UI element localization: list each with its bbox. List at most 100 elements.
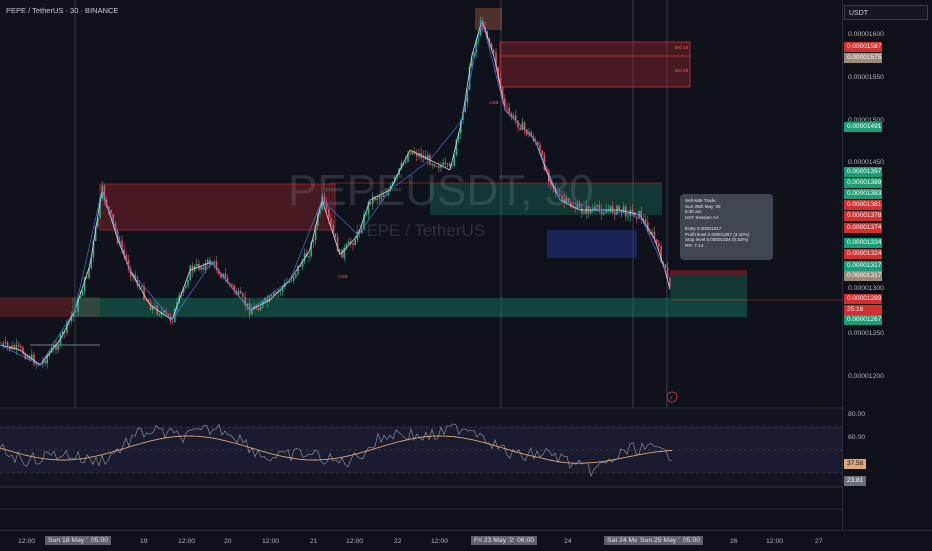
price-label: 0.00001317 [844, 271, 882, 281]
candle-body [231, 284, 233, 286]
candle-body [431, 163, 433, 165]
candle-body [409, 154, 411, 155]
time-label: 24 [564, 538, 572, 545]
time-label: 26 [730, 538, 738, 545]
indicator-value-fast: 23.81 [844, 476, 867, 486]
candle-body [189, 265, 191, 281]
candle-body [240, 290, 242, 294]
candle-body [614, 212, 616, 215]
price-label: 0.00001324 [844, 249, 882, 259]
candle-body [339, 249, 341, 252]
candle-body [44, 360, 46, 364]
candle-body [2, 343, 4, 346]
price-label: 0.00001334 [844, 238, 882, 248]
candle-body [213, 261, 216, 264]
candle-body [405, 161, 407, 163]
candle-body [270, 294, 273, 297]
price-label: 0.00001267 [844, 315, 882, 325]
price-label: 0.00001383 [844, 189, 882, 199]
candle-body [81, 291, 84, 297]
zone-label-a: Bsl 18 [675, 46, 689, 51]
indicator-tick: 60.00 [848, 434, 866, 441]
candle-body [666, 267, 669, 278]
candle-body [519, 127, 521, 130]
time-label: Fri 23 May '25 [471, 536, 520, 545]
time-label: 27 [815, 538, 823, 545]
price-label: 0.00001587 [844, 42, 882, 52]
candle-body [541, 151, 543, 155]
candle-body [251, 309, 253, 315]
candle-body [312, 239, 315, 243]
candle-body [446, 163, 449, 165]
candle-body [187, 280, 189, 286]
candle-body [523, 122, 526, 130]
price-label: 0.00001374 [844, 223, 882, 233]
candle-body [259, 306, 262, 311]
candle-body [334, 233, 337, 238]
candle-body [257, 308, 260, 311]
candle-body [6, 342, 9, 347]
candle-body [508, 107, 510, 114]
price-tick: 0.00001200 [848, 373, 884, 380]
indicator-tick: 80.00 [848, 411, 866, 418]
price-label: 25:16 [844, 305, 882, 315]
asb-marker: ASB [338, 275, 348, 280]
candle-body [15, 344, 18, 350]
price-chart-canvas[interactable]: ⚡ [0, 0, 932, 550]
symbol-watermark: PEPEUSDT, 30 [288, 166, 594, 215]
time-label: 21 [310, 538, 318, 545]
time-label: 12:00 [431, 538, 449, 545]
price-label: 0.00001389 [844, 178, 882, 188]
time-label: 22 [394, 538, 402, 545]
price-tick: 0.00001600 [848, 31, 884, 38]
zone-label-b: Bsl 48 [675, 69, 689, 74]
candle-body [154, 305, 156, 307]
candle-body [537, 142, 539, 145]
currency-selector[interactable]: USDT [844, 5, 928, 20]
candle-body [171, 321, 174, 323]
candle-body [506, 106, 508, 108]
time-label: 06:00 [514, 536, 538, 545]
candle-body [347, 241, 350, 245]
asb-marker: ASB [489, 101, 499, 106]
svg-text:⚡: ⚡ [669, 395, 673, 402]
price-tick: 0.00001550 [848, 74, 884, 81]
candle-body [493, 50, 495, 53]
tooltip-line: RR: 7.14 [685, 242, 704, 248]
time-label: 12:00 [18, 538, 36, 545]
time-label: 12:00 [178, 538, 196, 545]
candle-body [444, 162, 447, 165]
time-label: 19 [140, 538, 148, 545]
candle-body [644, 219, 647, 222]
price-label: 0.00001317 [844, 261, 882, 271]
time-label: 12:00 [262, 538, 280, 545]
candle-body [658, 243, 660, 247]
price-label: 0.00001491 [844, 122, 882, 132]
price-tick: 0.00001250 [848, 330, 884, 337]
symbol-watermark-sub: PEPE / TetherUS [355, 221, 486, 240]
candle-body [20, 345, 22, 348]
candle-body [512, 115, 515, 118]
candle-body [292, 276, 295, 281]
indicator-value-slow: 37.58 [844, 459, 867, 469]
candle-body [279, 291, 282, 293]
candle-body [598, 205, 601, 210]
price-label: 0.00001575 [844, 53, 882, 63]
candle-body [185, 285, 187, 288]
price-label: 0.00001397 [844, 167, 882, 177]
candle-body [141, 286, 143, 287]
candle-body [17, 344, 20, 346]
candle-body [202, 266, 205, 270]
candle-body [308, 256, 310, 257]
price-label: 0.00001289 [844, 294, 882, 304]
price-label: 0.00001381 [844, 200, 882, 210]
candle-body [453, 155, 455, 166]
candle-body [246, 303, 249, 306]
time-label: 05:00 [88, 536, 112, 545]
trade-tooltip: Sell-side Trade Sun 25th May '25 5:30 am UK… [680, 194, 773, 260]
candle-body [57, 344, 59, 350]
candle-body [196, 264, 198, 267]
candle-body [596, 205, 598, 207]
symbol-header[interactable]: PEPE / TetherUS · 30 · BINANCE [6, 6, 118, 15]
candle-body [627, 216, 629, 217]
